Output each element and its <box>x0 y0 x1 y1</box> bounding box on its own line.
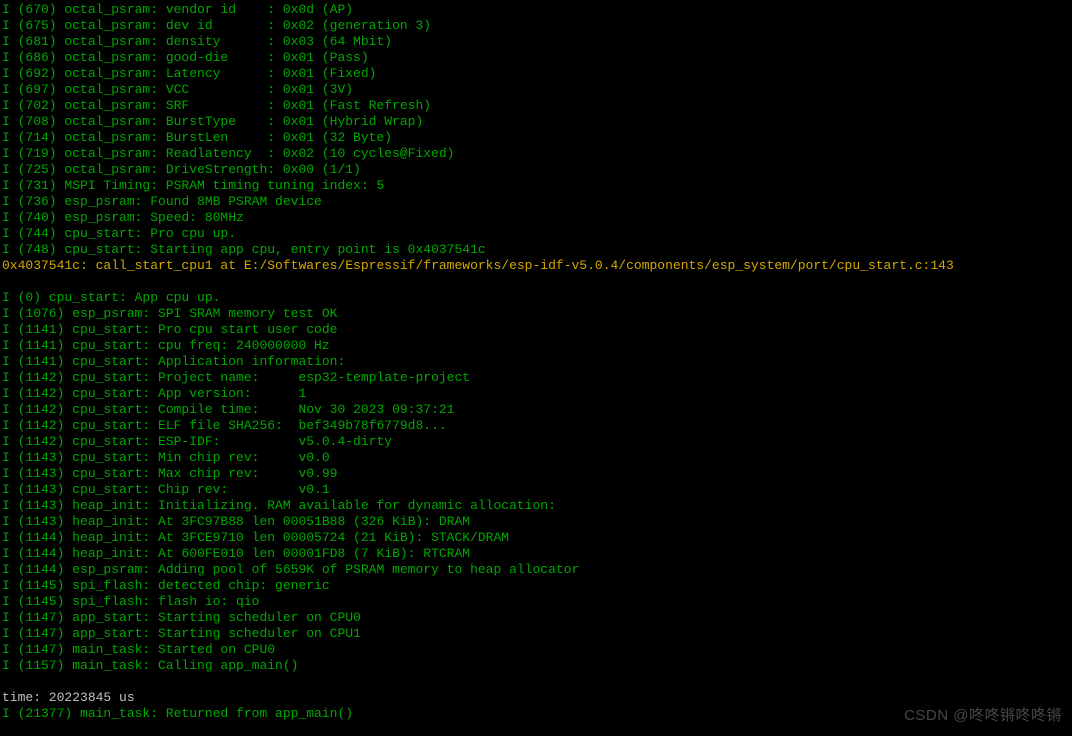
log-line: I (1143) heap_init: Initializing. RAM av… <box>2 498 1072 514</box>
log-line: I (744) cpu_start: Pro cpu up. <box>2 226 1072 242</box>
log-line: I (1143) heap_init: At 3FC97B88 len 0005… <box>2 514 1072 530</box>
log-line: I (702) octal_psram: SRF : 0x01 (Fast Re… <box>2 98 1072 114</box>
log-line: I (725) octal_psram: DriveStrength: 0x00… <box>2 162 1072 178</box>
log-line <box>2 674 1072 690</box>
log-line: time: 20223845 us <box>2 690 1072 706</box>
log-line: I (686) octal_psram: good-die : 0x01 (Pa… <box>2 50 1072 66</box>
log-line: 0x4037541c: call_start_cpu1 at E:/Softwa… <box>2 258 1072 274</box>
log-line: I (736) esp_psram: Found 8MB PSRAM devic… <box>2 194 1072 210</box>
log-line: I (1144) heap_init: At 600FE010 len 0000… <box>2 546 1072 562</box>
log-line: I (1145) spi_flash: flash io: qio <box>2 594 1072 610</box>
log-line: I (1141) cpu_start: cpu freq: 240000000 … <box>2 338 1072 354</box>
log-line <box>2 274 1072 290</box>
log-line: I (708) octal_psram: BurstType : 0x01 (H… <box>2 114 1072 130</box>
log-line: I (1076) esp_psram: SPI SRAM memory test… <box>2 306 1072 322</box>
log-line: I (1145) spi_flash: detected chip: gener… <box>2 578 1072 594</box>
log-line: I (21377) main_task: Returned from app_m… <box>2 706 1072 722</box>
log-line: I (1142) cpu_start: Compile time: Nov 30… <box>2 402 1072 418</box>
log-line: I (719) octal_psram: Readlatency : 0x02 … <box>2 146 1072 162</box>
log-line: I (681) octal_psram: density : 0x03 (64 … <box>2 34 1072 50</box>
log-line: I (1142) cpu_start: Project name: esp32-… <box>2 370 1072 386</box>
log-line: I (1144) esp_psram: Adding pool of 5659K… <box>2 562 1072 578</box>
log-line: I (1143) cpu_start: Max chip rev: v0.99 <box>2 466 1072 482</box>
log-line: I (1143) cpu_start: Chip rev: v0.1 <box>2 482 1072 498</box>
log-line: I (714) octal_psram: BurstLen : 0x01 (32… <box>2 130 1072 146</box>
log-line: I (1143) cpu_start: Min chip rev: v0.0 <box>2 450 1072 466</box>
log-line: I (0) cpu_start: App cpu up. <box>2 290 1072 306</box>
log-line: I (1141) cpu_start: Pro cpu start user c… <box>2 322 1072 338</box>
log-line: I (1142) cpu_start: App version: 1 <box>2 386 1072 402</box>
log-line: I (1141) cpu_start: Application informat… <box>2 354 1072 370</box>
log-line: I (670) octal_psram: vendor id : 0x0d (A… <box>2 2 1072 18</box>
log-line: I (1147) app_start: Starting scheduler o… <box>2 626 1072 642</box>
log-line: I (697) octal_psram: VCC : 0x01 (3V) <box>2 82 1072 98</box>
log-line: I (740) esp_psram: Speed: 80MHz <box>2 210 1072 226</box>
log-line: I (1147) main_task: Started on CPU0 <box>2 642 1072 658</box>
log-line: I (692) octal_psram: Latency : 0x01 (Fix… <box>2 66 1072 82</box>
log-line: I (1147) app_start: Starting scheduler o… <box>2 610 1072 626</box>
terminal-output: I (670) octal_psram: vendor id : 0x0d (A… <box>2 2 1072 722</box>
log-line: I (1157) main_task: Calling app_main() <box>2 658 1072 674</box>
log-line: I (1142) cpu_start: ELF file SHA256: bef… <box>2 418 1072 434</box>
log-line: I (748) cpu_start: Starting app cpu, ent… <box>2 242 1072 258</box>
log-line: I (1144) heap_init: At 3FCE9710 len 0000… <box>2 530 1072 546</box>
log-line: I (1142) cpu_start: ESP-IDF: v5.0.4-dirt… <box>2 434 1072 450</box>
log-line: I (731) MSPI Timing: PSRAM timing tuning… <box>2 178 1072 194</box>
log-line: I (675) octal_psram: dev id : 0x02 (gene… <box>2 18 1072 34</box>
